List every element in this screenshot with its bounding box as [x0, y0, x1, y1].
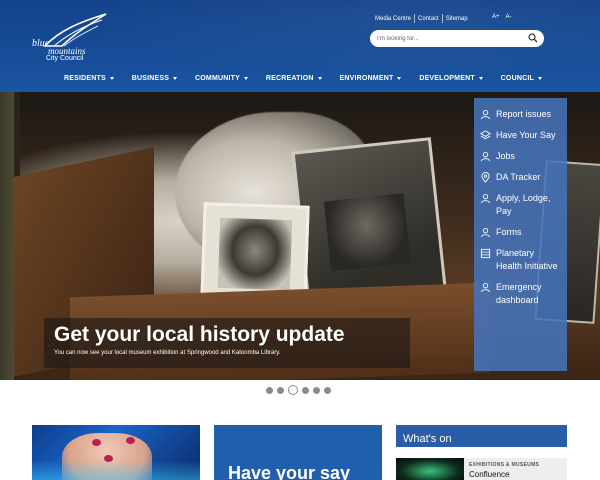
hero-subtitle: You can now see your local museum exhibi… [54, 350, 281, 356]
quick-link-label: Emergency dashboard [496, 282, 542, 305]
nav-residents[interactable]: RESIDENTS [58, 72, 120, 85]
nav-label: DEVELOPMENT [419, 75, 475, 82]
whats-on-header[interactable]: What's on [396, 425, 567, 447]
carousel-dot-4[interactable] [302, 386, 309, 394]
chevron-down-icon [537, 77, 542, 80]
nav-community[interactable]: COMMUNITY [189, 72, 254, 85]
carousel-dot-2[interactable] [277, 386, 284, 394]
quick-link-planetary-health[interactable]: Planetary Health Initiative [474, 243, 567, 277]
chevron-down-icon [478, 77, 483, 80]
quick-link-label: Jobs [496, 151, 516, 161]
nav-business[interactable]: BUSINESS [126, 72, 183, 85]
utility-links: Media Centre Contact Sitemap [372, 14, 471, 23]
carousel-dot-5[interactable] [313, 386, 320, 394]
nav-label: COUNCIL [500, 75, 534, 82]
quick-link-jobs[interactable]: Jobs [474, 146, 567, 167]
quick-links-panel: Report issues Have Your Say Jobs DA Trac… [474, 98, 567, 371]
search-icon[interactable] [528, 33, 538, 43]
card-image-detail [126, 437, 135, 444]
font-size-controls: A+ A- [492, 14, 512, 20]
event-name: Confluence [469, 470, 510, 479]
carousel-dots [266, 385, 331, 395]
quick-link-label: Report issues [496, 109, 552, 119]
layers-icon [480, 130, 491, 140]
hero-title: Get your local history update [54, 323, 345, 346]
carousel-dot-6[interactable] [324, 386, 331, 394]
quick-link-forms[interactable]: Forms [474, 222, 567, 243]
nav-council[interactable]: COUNCIL [495, 72, 548, 85]
map-pin-icon [481, 172, 490, 183]
event-item[interactable]: EXHIBITIONS & MUSEUMS Confluence [396, 458, 567, 480]
nav-label: RESIDENTS [64, 75, 106, 82]
logo-text-city-council: City Council [46, 55, 84, 62]
quick-link-label: DA Tracker [496, 172, 541, 182]
quick-link-da-tracker[interactable]: DA Tracker [474, 167, 567, 188]
feature-card-have-your-say[interactable]: Have your say [214, 425, 382, 480]
person-icon [480, 283, 491, 293]
contact-link[interactable]: Contact [415, 16, 442, 22]
quick-link-emergency-dashboard[interactable]: Emergency dashboard [474, 277, 567, 311]
site-header: blue mountains City Council Media Centre… [0, 0, 600, 92]
portrait-figure [323, 193, 411, 272]
grid-icon [480, 248, 491, 259]
quick-link-label: Planetary Health Initiative [496, 248, 558, 271]
font-decrease-button[interactable]: A- [506, 14, 512, 20]
page: blue mountains City Council Media Centre… [0, 0, 600, 480]
carousel-dot-3-active[interactable] [288, 385, 298, 395]
sitemap-link[interactable]: Sitemap [443, 16, 471, 22]
nav-label: ENVIRONMENT [339, 75, 394, 82]
chevron-down-icon [397, 77, 402, 80]
quick-link-label: Apply, Lodge, Pay [496, 193, 551, 216]
chevron-down-icon [109, 77, 114, 80]
whats-on-title: What's on [403, 433, 452, 445]
quick-link-apply-lodge-pay[interactable]: Apply, Lodge, Pay [474, 188, 567, 222]
card-title: Have your say [228, 463, 351, 480]
hero-caption[interactable]: Get your local history update You can no… [44, 318, 410, 368]
card-image-detail [92, 439, 101, 446]
event-text: EXHIBITIONS & MUSEUMS Confluence [464, 458, 544, 480]
event-category: EXHIBITIONS & MUSEUMS [469, 462, 540, 468]
card-image-glow [32, 460, 200, 480]
main-nav: RESIDENTS BUSINESS COMMUNITY RECREATION … [58, 72, 548, 85]
person-icon [480, 228, 491, 238]
chevron-down-icon [243, 77, 248, 80]
event-thumbnail [396, 458, 464, 480]
quick-link-report-issues[interactable]: Report issues [474, 104, 567, 125]
nav-label: RECREATION [265, 75, 314, 82]
person-icon [480, 110, 491, 120]
person-icon [480, 194, 491, 204]
logo-text-blue: blue [32, 38, 50, 49]
search-bar [370, 30, 544, 47]
font-increase-button[interactable]: A+ [492, 14, 500, 20]
quick-link-have-your-say[interactable]: Have Your Say [474, 125, 567, 146]
media-centre-link[interactable]: Media Centre [372, 16, 414, 22]
feature-card-digital[interactable] [32, 425, 200, 480]
council-logo[interactable]: blue mountains City Council [30, 12, 110, 62]
nav-label: BUSINESS [131, 75, 170, 82]
nav-environment[interactable]: ENVIRONMENT [334, 72, 408, 85]
carousel-dot-1[interactable] [266, 386, 273, 394]
portrait-face [217, 217, 293, 291]
chevron-down-icon [173, 77, 178, 80]
search-input[interactable] [370, 35, 520, 42]
nav-label: COMMUNITY [195, 75, 240, 82]
quick-link-label: Have Your Say [496, 130, 556, 140]
chevron-down-icon [317, 77, 322, 80]
quick-link-label: Forms [496, 227, 522, 237]
nav-development[interactable]: DEVELOPMENT [413, 72, 488, 85]
nav-recreation[interactable]: RECREATION [260, 72, 328, 85]
hero-banner[interactable]: Get your local history update You can no… [0, 92, 600, 380]
person-icon [480, 152, 491, 162]
